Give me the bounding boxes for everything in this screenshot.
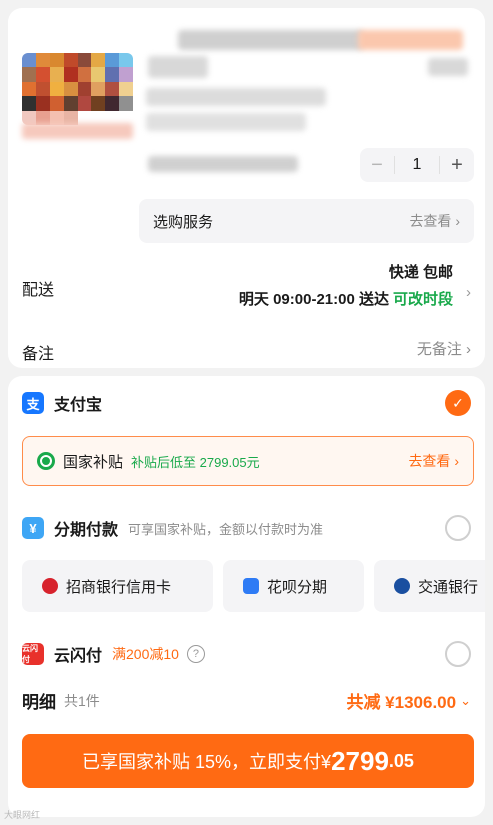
thumb-pixel bbox=[119, 53, 133, 68]
card-option-bocom[interactable]: 交通银行 bbox=[374, 560, 485, 612]
thumb-pixel bbox=[49, 67, 64, 82]
card-option-cmb[interactable]: 招商银行信用卡 bbox=[22, 560, 213, 612]
payment-option-unionpay[interactable]: 云闪付 云闪付 满200减10 ? bbox=[22, 639, 471, 669]
thumb-pixel bbox=[35, 81, 50, 97]
product-price-blurred bbox=[428, 58, 468, 76]
pay-amount-integer: 2799 bbox=[331, 745, 389, 776]
thumb-pixel bbox=[22, 53, 36, 68]
cmb-logo-icon bbox=[42, 578, 58, 594]
delivery-info[interactable]: 快递 包邮 明天 09:00-21:00 送达 可改时段 bbox=[239, 261, 471, 309]
card-label: 花呗分期 bbox=[267, 578, 328, 596]
detail-label: 明细 bbox=[22, 693, 56, 712]
thumb-pixel bbox=[91, 81, 106, 97]
detail-item-count: 共1件 bbox=[64, 692, 100, 709]
thumb-pixel bbox=[49, 53, 64, 68]
thumb-pixel bbox=[91, 96, 106, 111]
unionpay-radio[interactable] bbox=[445, 641, 471, 667]
thumb-pixel bbox=[77, 81, 92, 97]
installment-name: 分期付款 bbox=[54, 522, 119, 539]
product-spec-blurred bbox=[146, 88, 326, 106]
card-label: 交通银行 bbox=[418, 578, 479, 596]
thumb-pixel bbox=[22, 67, 36, 82]
alipay-name: 支付宝 bbox=[54, 397, 103, 414]
thumb-pixel bbox=[35, 96, 50, 111]
delivery-time: 明天 09:00-21:00 送达 bbox=[238, 291, 389, 308]
delivery-time-line: 明天 09:00-21:00 送达 可改时段 bbox=[239, 288, 471, 309]
detail-total-discount: 共减 ¥1306.00 bbox=[346, 693, 457, 712]
product-extra-blurred bbox=[148, 156, 298, 172]
subsidy-view-link[interactable]: 去查看 › bbox=[408, 451, 459, 471]
installment-card-list[interactable]: 招商银行信用卡 花呗分期 交通银行 bbox=[22, 560, 485, 612]
subsidy-description: 补贴后低至 2799.05元 bbox=[131, 454, 260, 470]
delivery-label: 配送 bbox=[22, 282, 55, 299]
card-option-huabei[interactable]: 花呗分期 bbox=[223, 560, 364, 612]
order-card: − 1 + 选购服务 去查看 › 配送 快递 包邮 明天 09:00-21:00… bbox=[8, 8, 485, 368]
product-thumb-caption-blurred bbox=[22, 123, 133, 139]
thumb-pixel bbox=[63, 67, 78, 82]
installment-description: 可享国家补贴，金额以付款时为准 bbox=[128, 521, 324, 537]
thumb-pixel bbox=[49, 96, 64, 111]
delivery-method: 快递 包邮 bbox=[388, 264, 453, 281]
product-spec2-blurred bbox=[146, 113, 306, 131]
thumb-pixel bbox=[91, 53, 106, 68]
payment-option-alipay[interactable]: 支 支付宝 ✓ bbox=[22, 388, 471, 418]
payment-card: 支 支付宝 ✓ 国家补贴 补贴后低至 2799.05元 去查看 › ¥ 分期付款… bbox=[8, 376, 485, 817]
check-icon[interactable]: ✓ bbox=[445, 390, 471, 416]
quantity-value[interactable]: 1 bbox=[395, 156, 439, 174]
increase-button[interactable]: + bbox=[440, 154, 474, 177]
installment-icon: ¥ bbox=[22, 517, 44, 539]
decrease-button[interactable]: − bbox=[360, 154, 394, 177]
thumb-pixel bbox=[119, 96, 133, 111]
unionpay-icon: 云闪付 bbox=[22, 643, 44, 665]
thumb-pixel bbox=[63, 96, 78, 111]
product-subtitle-blurred bbox=[148, 56, 208, 78]
watermark: 大眼网红 bbox=[4, 810, 41, 820]
thumb-pixel bbox=[105, 53, 120, 68]
huabei-logo-icon bbox=[243, 578, 259, 594]
pay-button-prefix: 已享国家补贴 15%，立即支付¥ bbox=[82, 752, 332, 772]
quantity-stepper[interactable]: − 1 + bbox=[360, 148, 474, 182]
thumb-pixel bbox=[63, 81, 78, 97]
subsidy-icon bbox=[37, 452, 55, 470]
thumb-pixel bbox=[22, 81, 36, 97]
note-value[interactable]: 无备注 › bbox=[417, 338, 471, 359]
thumb-pixel bbox=[49, 81, 64, 97]
thumb-pixel bbox=[91, 67, 106, 82]
subsidy-title: 国家补贴 bbox=[63, 453, 124, 471]
installment-radio[interactable] bbox=[445, 515, 471, 541]
service-view-link[interactable]: 去查看 › bbox=[409, 211, 460, 231]
product-title-blurred bbox=[178, 30, 363, 50]
product-thumbnail[interactable] bbox=[22, 53, 133, 125]
bocom-logo-icon bbox=[394, 578, 410, 594]
thumb-pixel bbox=[105, 67, 120, 82]
national-subsidy-banner[interactable]: 国家补贴 补贴后低至 2799.05元 去查看 › bbox=[22, 436, 474, 486]
alipay-icon: 支 bbox=[22, 392, 44, 414]
pay-now-button[interactable]: 已享国家补贴 15%，立即支付¥ 2799 .05 bbox=[22, 734, 474, 788]
pay-amount-decimal: .05 bbox=[388, 750, 414, 771]
unionpay-promo: 满200减10 bbox=[112, 646, 179, 662]
note-label: 备注 bbox=[22, 346, 55, 363]
thumb-pixel bbox=[77, 53, 92, 68]
thumb-pixel bbox=[77, 96, 92, 111]
help-icon[interactable]: ? bbox=[186, 645, 205, 663]
unionpay-name: 云闪付 bbox=[54, 648, 103, 665]
chevron-down-icon[interactable]: ⌄ bbox=[460, 693, 471, 709]
service-label: 选购服务 bbox=[153, 213, 214, 231]
thumb-pixel bbox=[105, 81, 120, 97]
thumb-pixel bbox=[105, 96, 120, 111]
order-detail-row[interactable]: 明细 共1件 共减 ¥1306.00 ⌄ bbox=[22, 688, 471, 713]
thumb-pixel bbox=[119, 67, 133, 82]
delivery-editable-hint[interactable]: 可改时段 bbox=[393, 288, 453, 309]
thumb-pixel bbox=[119, 81, 133, 97]
thumb-pixel bbox=[35, 53, 50, 68]
chevron-right-icon: › bbox=[466, 284, 471, 301]
service-selection-row[interactable]: 选购服务 去查看 › bbox=[139, 199, 474, 243]
card-label: 招商银行信用卡 bbox=[66, 578, 172, 596]
thumb-pixel bbox=[22, 96, 36, 111]
payment-option-installment[interactable]: ¥ 分期付款 可享国家补贴，金额以付款时为准 bbox=[22, 513, 471, 543]
thumb-pixel bbox=[63, 53, 78, 68]
product-tag-blurred bbox=[358, 30, 463, 50]
thumb-pixel bbox=[35, 67, 50, 82]
thumb-pixel bbox=[77, 67, 92, 82]
